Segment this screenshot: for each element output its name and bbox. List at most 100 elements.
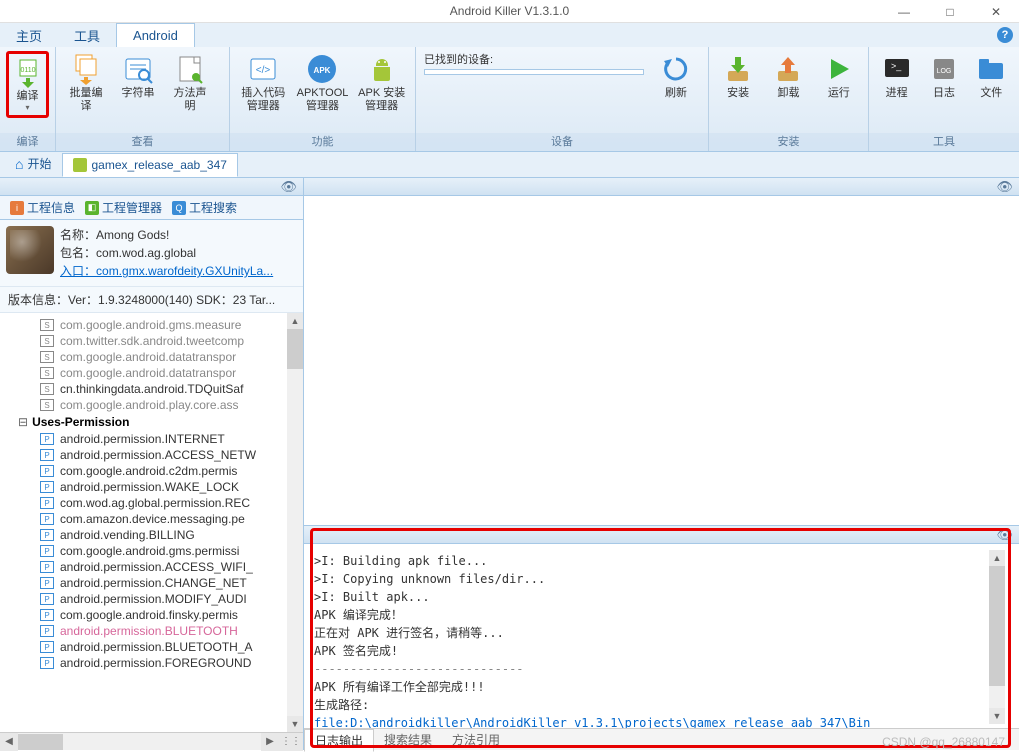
tree-permission-item[interactable]: Pandroid.permission.FOREGROUND <box>2 655 301 671</box>
tree-service-item[interactable]: Scom.google.android.play.core.ass <box>2 397 301 413</box>
compile-button[interactable]: 0110 编译 ▾ <box>6 51 49 118</box>
refresh-icon <box>660 53 692 85</box>
tree-permission-item[interactable]: Pandroid.permission.MODIFY_AUDI <box>2 591 301 607</box>
scroll-left-button[interactable]: ◀ <box>0 733 18 751</box>
tab-start[interactable]: ⌂开始 <box>4 150 62 177</box>
right-panel: 👁 👁 >I: Building apk file... >I: Copying… <box>304 178 1019 750</box>
strings-button[interactable]: 字符串 <box>114 51 162 102</box>
group-view-label: 查看 <box>56 133 229 151</box>
titlebar: Android Killer V1.3.1.0 — □ ✕ <box>0 0 1019 23</box>
uninstall-icon <box>772 53 804 85</box>
install-button[interactable]: 安装 <box>715 51 761 102</box>
insert-code-button[interactable]: </>插入代码 管理器 <box>236 51 291 115</box>
output-path-link[interactable]: file:D:\androidkiller\AndroidKiller_v1.3… <box>314 714 1009 728</box>
tree-permission-item[interactable]: Pandroid.permission.INTERNET <box>2 431 301 447</box>
maximize-button[interactable]: □ <box>927 0 973 23</box>
permission-tag-icon: P <box>40 513 54 525</box>
log-label: 日志 <box>933 87 955 100</box>
tree-hscrollbar[interactable]: ◀ ▶ ⋮⋮ <box>0 732 303 750</box>
search-icon: Q <box>172 201 186 215</box>
scroll-up-button[interactable]: ▲ <box>287 313 303 329</box>
permission-tag-icon: P <box>40 449 54 461</box>
android-icon <box>366 53 398 85</box>
tab-project[interactable]: gamex_release_aab_347 <box>62 153 237 177</box>
tree-permission-item[interactable]: Pandroid.permission.BLUETOOTH_A <box>2 639 301 655</box>
menu-home[interactable]: 主页 <box>0 23 58 47</box>
log-output[interactable]: >I: Building apk file... >I: Copying unk… <box>304 544 1019 728</box>
service-tag-icon: S <box>40 367 54 379</box>
left-panel: 👁 i工程信息 ◧工程管理器 Q工程搜索 名称：Among Gods! 包名：c… <box>0 178 304 750</box>
tab-log-output[interactable]: 日志输出 <box>304 729 374 752</box>
close-button[interactable]: ✕ <box>973 0 1019 23</box>
tab-search-results[interactable]: 搜索结果 <box>374 729 442 750</box>
tree-permission-item[interactable]: Pcom.google.android.c2dm.permis <box>2 463 301 479</box>
tree-permission-item[interactable]: Pcom.wod.ag.global.permission.REC <box>2 495 301 511</box>
menu-android[interactable]: Android <box>116 23 195 47</box>
tab-proj-search[interactable]: Q工程搜索 <box>168 197 241 218</box>
uses-permission-header[interactable]: Uses-Permission <box>2 413 301 431</box>
eye-icon[interactable]: 👁 <box>996 527 1013 543</box>
service-tag-icon: S <box>40 319 54 331</box>
app-info: 名称：Among Gods! 包名：com.wod.ag.global 入口：c… <box>0 220 303 287</box>
scroll-down-button[interactable]: ▼ <box>989 708 1005 724</box>
apktool-icon: APK <box>306 53 338 85</box>
tree-view[interactable]: Scom.google.android.gms.measureScom.twit… <box>0 313 303 732</box>
method-decl-button[interactable]: 方法声 明 <box>166 51 214 115</box>
tree-permission-item[interactable]: Pandroid.permission.ACCESS_NETW <box>2 447 301 463</box>
file-icon <box>975 53 1007 85</box>
tree-permission-item[interactable]: Pandroid.permission.WAKE_LOCK <box>2 479 301 495</box>
tree-service-item[interactable]: Scom.google.android.gms.measure <box>2 317 301 333</box>
tree-permission-item[interactable]: Pcom.google.android.gms.permissi <box>2 543 301 559</box>
svg-text:>_: >_ <box>891 61 902 71</box>
device-list[interactable] <box>424 69 644 75</box>
process-button[interactable]: >_进程 <box>875 51 918 102</box>
strings-label: 字符串 <box>122 87 155 100</box>
tab-proj-info[interactable]: i工程信息 <box>6 197 79 218</box>
service-tag-icon: S <box>40 351 54 363</box>
permission-tag-icon: P <box>40 577 54 589</box>
insert-code-icon: </> <box>247 53 279 85</box>
menubar: 主页 工具 Android ? <box>0 23 1019 47</box>
log-button[interactable]: LOG日志 <box>922 51 965 102</box>
minimize-button[interactable]: — <box>881 0 927 23</box>
batch-compile-button[interactable]: 批量编 译 <box>62 51 110 115</box>
tab-proj-mgr[interactable]: ◧工程管理器 <box>81 197 166 218</box>
run-button[interactable]: 运行 <box>816 51 862 102</box>
tree-permission-item[interactable]: Pandroid.permission.CHANGE_NET <box>2 575 301 591</box>
scroll-thumb[interactable] <box>287 329 303 369</box>
method-decl-icon <box>174 53 206 85</box>
eye-icon[interactable]: 👁 <box>996 179 1013 195</box>
apktool-label: APKTOOL 管理器 <box>297 87 349 113</box>
scroll-grip[interactable]: ⋮⋮ <box>279 733 303 751</box>
compile-icon: 0110 <box>12 56 44 88</box>
tree-permission-item[interactable]: Pandroid.vending.BILLING <box>2 527 301 543</box>
tree-permission-item[interactable]: Pcom.amazon.device.messaging.pe <box>2 511 301 527</box>
strings-icon <box>122 53 154 85</box>
scroll-up-button[interactable]: ▲ <box>989 550 1005 566</box>
tab-method-ref[interactable]: 方法引用 <box>442 729 510 750</box>
uninstall-label: 卸载 <box>777 87 799 100</box>
hscroll-thumb[interactable] <box>18 734 63 750</box>
scroll-right-button[interactable]: ▶ <box>261 733 279 751</box>
tree-permission-item[interactable]: Pcom.google.android.finsky.permis <box>2 607 301 623</box>
tree-service-item[interactable]: Scom.google.android.datatranspor <box>2 365 301 381</box>
scroll-thumb[interactable] <box>989 566 1005 686</box>
help-icon[interactable]: ? <box>997 27 1013 43</box>
tree-vscrollbar[interactable]: ▲ ▼ <box>287 313 303 732</box>
tree-service-item[interactable]: Scom.google.android.datatranspor <box>2 349 301 365</box>
app-entry-link[interactable]: 入口：com.gmx.warofdeity.GXUnityLa... <box>60 262 297 280</box>
uninstall-button[interactable]: 卸载 <box>765 51 811 102</box>
refresh-button[interactable]: 刷新 <box>652 51 700 102</box>
home-icon: ⌂ <box>15 156 23 172</box>
eye-icon[interactable]: 👁 <box>280 179 297 195</box>
tree-permission-item[interactable]: Pandroid.permission.ACCESS_WIFI_ <box>2 559 301 575</box>
apk-install-mgr-button[interactable]: APK 安装 管理器 <box>354 51 409 115</box>
permission-tag-icon: P <box>40 657 54 669</box>
tree-service-item[interactable]: Scom.twitter.sdk.android.tweetcomp <box>2 333 301 349</box>
apktool-button[interactable]: APKAPKTOOL 管理器 <box>295 51 351 115</box>
scroll-down-button[interactable]: ▼ <box>287 716 303 732</box>
tree-permission-item[interactable]: Pandroid.permission.BLUETOOTH <box>2 623 301 639</box>
file-button[interactable]: 文件 <box>970 51 1013 102</box>
menu-tools[interactable]: 工具 <box>58 23 116 47</box>
tree-service-item[interactable]: Scn.thinkingdata.android.TDQuitSaf <box>2 381 301 397</box>
